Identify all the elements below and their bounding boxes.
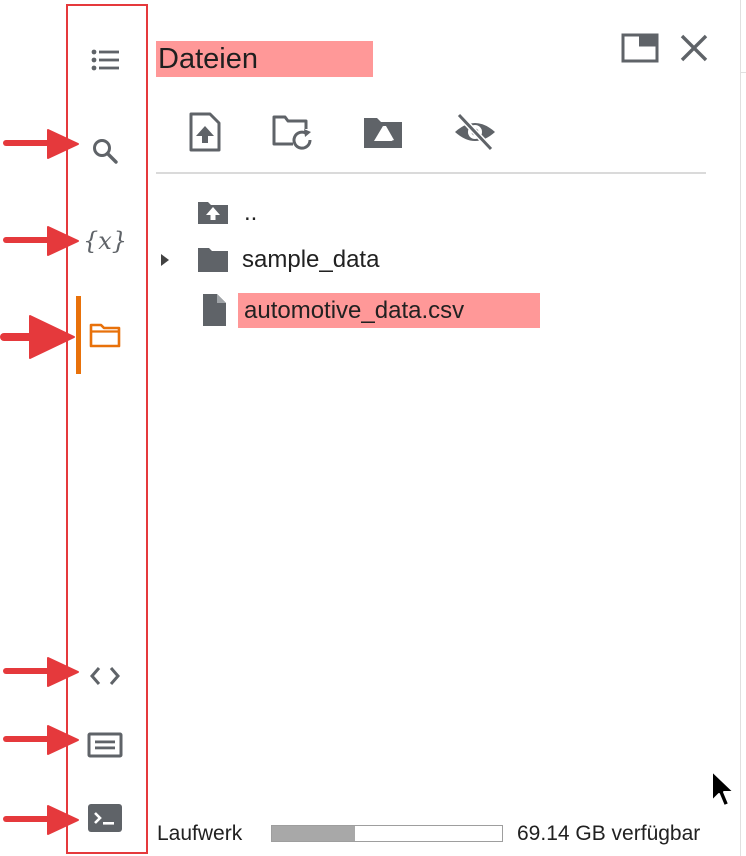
close-icon (680, 34, 708, 62)
list-icon (91, 49, 119, 71)
refresh-button[interactable] (270, 110, 314, 154)
sidebar-item-files[interactable] (85, 315, 125, 355)
disk-label: Laufwerk (157, 822, 243, 845)
list-item[interactable]: sample_data (158, 240, 379, 280)
sidebar-item-table-of-contents[interactable] (85, 40, 125, 80)
mount-drive-button[interactable] (361, 110, 405, 154)
open-in-tab-button[interactable] (620, 28, 660, 68)
disk-usage-meter (271, 825, 503, 842)
open-in-tab-icon (621, 33, 659, 63)
sidebar-item-search[interactable] (85, 131, 125, 171)
editor-border-stub (740, 72, 746, 73)
panel-title: Dateien (156, 41, 373, 77)
active-tab-indicator (76, 296, 81, 374)
folder-icon (89, 323, 121, 348)
toolbar-separator (156, 172, 706, 174)
code-icon (90, 667, 120, 685)
folder-up-icon (198, 202, 228, 224)
upload-file-icon (189, 112, 221, 152)
mouse-cursor-icon (711, 770, 735, 807)
toggle-hidden-files-button[interactable] (453, 110, 497, 154)
panel-right-border (740, 0, 741, 856)
variables-icon: {x} (82, 227, 128, 255)
refresh-folder-icon (272, 115, 312, 150)
sidebar-item-variables[interactable]: {x} (82, 221, 128, 261)
terminal-icon (88, 804, 122, 832)
file-label: automotive_data.csv (238, 292, 540, 328)
disk-available-text: 69.14 GB verfügbar (517, 822, 701, 845)
sidebar-item-terminal[interactable] (85, 798, 125, 838)
expand-arrow-icon[interactable] (158, 252, 172, 268)
annotation-arrow-files (0, 315, 75, 359)
file-icon (203, 294, 226, 326)
sidebar-item-command-palette[interactable] (85, 725, 125, 765)
mount-drive-icon (364, 118, 402, 148)
list-item[interactable]: automotive_data.csv (196, 290, 540, 330)
folder-icon (198, 248, 228, 272)
parent-directory-label: .. (244, 199, 258, 226)
keyboard-icon (87, 732, 123, 758)
parent-directory-row[interactable]: .. (196, 193, 257, 233)
sidebar-item-code-snippets[interactable] (85, 656, 125, 696)
folder-label: sample_data (242, 246, 380, 273)
upload-button[interactable] (183, 110, 227, 154)
hide-hidden-files-icon (455, 112, 495, 152)
search-icon (93, 139, 118, 164)
disk-usage-fill (272, 826, 355, 841)
close-panel-button[interactable] (674, 28, 714, 68)
